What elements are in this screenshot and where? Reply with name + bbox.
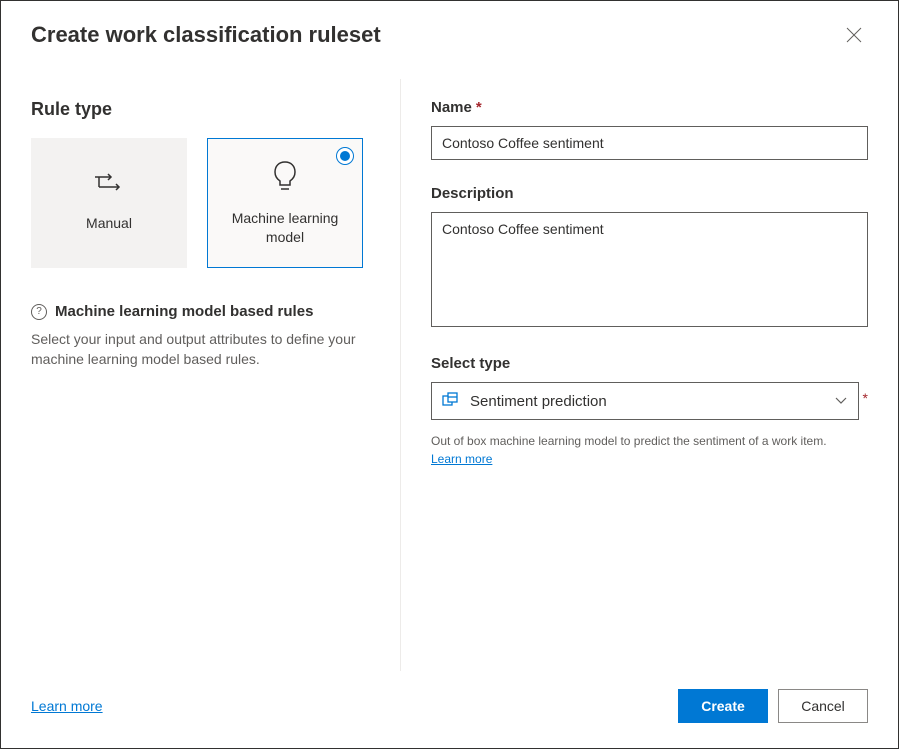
radio-selected-icon: [336, 147, 354, 165]
select-wrapper: Sentiment prediction *: [431, 382, 868, 420]
description-input[interactable]: Contoso Coffee sentiment: [431, 212, 868, 327]
learn-more-link[interactable]: Learn more: [31, 698, 103, 714]
question-icon: ?: [31, 304, 47, 320]
rule-card-label: Machine learning model: [218, 209, 352, 245]
cancel-button[interactable]: Cancel: [778, 689, 868, 723]
create-ruleset-dialog: Create work classification ruleset Rule …: [0, 0, 899, 749]
close-button[interactable]: [840, 21, 868, 49]
dialog-title: Create work classification ruleset: [31, 22, 381, 48]
rule-type-title: Rule type: [31, 99, 370, 120]
description-label: Description: [431, 185, 868, 202]
rule-card-label: Manual: [86, 214, 132, 232]
required-indicator: *: [863, 382, 868, 406]
lightbulb-icon: [271, 160, 299, 197]
select-value: Sentiment prediction: [470, 393, 607, 410]
select-type-dropdown[interactable]: Sentiment prediction: [431, 382, 859, 420]
info-description: Select your input and output attributes …: [31, 330, 370, 369]
rule-type-cards: Manual Machine learning model: [31, 138, 370, 268]
required-indicator: *: [476, 99, 482, 116]
close-icon: [846, 27, 862, 43]
right-pane: Name* Description Contoso Coffee sentime…: [401, 79, 868, 671]
name-label: Name*: [431, 99, 868, 116]
dialog-footer: Learn more Create Cancel: [1, 671, 898, 748]
dialog-header: Create work classification ruleset: [1, 1, 898, 59]
info-title: Machine learning model based rules: [55, 303, 313, 320]
manual-icon: [93, 173, 125, 202]
select-hint: Out of box machine learning model to pre…: [431, 432, 868, 468]
left-pane: Rule type Manual: [31, 79, 401, 671]
name-input[interactable]: [431, 126, 868, 160]
rule-card-manual[interactable]: Manual: [31, 138, 187, 268]
chevron-down-icon: [834, 393, 848, 410]
sentiment-icon: [442, 392, 460, 410]
footer-buttons: Create Cancel: [678, 689, 868, 723]
select-type-label: Select type: [431, 355, 868, 372]
learn-more-link-inline[interactable]: Learn more: [431, 452, 492, 466]
create-button[interactable]: Create: [678, 689, 768, 723]
rule-card-ml[interactable]: Machine learning model: [207, 138, 363, 268]
info-header: ? Machine learning model based rules: [31, 303, 370, 320]
dialog-content: Rule type Manual: [1, 59, 898, 671]
